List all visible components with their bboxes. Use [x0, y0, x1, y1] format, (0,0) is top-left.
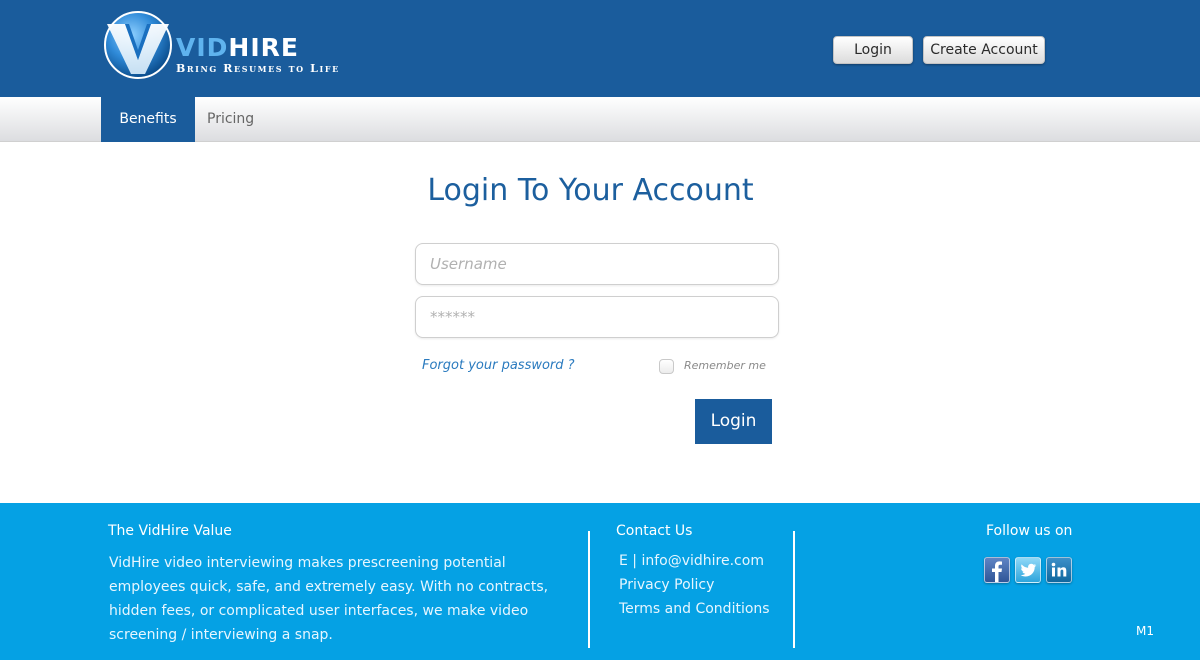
- facebook-icon[interactable]: [984, 557, 1010, 583]
- vidhire-logo-icon[interactable]: [103, 10, 175, 80]
- footer-divider: [793, 531, 795, 648]
- remember-me-label: Remember me: [684, 359, 766, 372]
- password-input[interactable]: [415, 296, 779, 338]
- main-nav: Benefits Pricing: [0, 97, 1200, 142]
- logo-word-hire: HIRE: [228, 33, 299, 62]
- username-input[interactable]: [415, 243, 779, 285]
- site-header: VIDHIRE Bring Resumes to Life Login Crea…: [0, 0, 1200, 97]
- logo-tagline: Bring Resumes to Life: [176, 62, 340, 75]
- logo-wordmark: VIDHIRE: [176, 34, 299, 62]
- site-footer: The VidHire Value VidHire video intervie…: [0, 503, 1200, 660]
- page-code-label: M1: [1136, 624, 1154, 638]
- footer-value-text: VidHire video interviewing makes prescre…: [109, 555, 549, 643]
- footer-privacy-link[interactable]: Privacy Policy: [619, 577, 714, 593]
- footer-follow-heading: Follow us on: [986, 523, 1073, 539]
- login-submit-button[interactable]: Login: [695, 399, 772, 444]
- remember-me-checkbox[interactable]: [659, 359, 674, 374]
- create-account-button[interactable]: Create Account: [923, 36, 1045, 64]
- forgot-password-link[interactable]: Forgot your password ?: [422, 358, 575, 373]
- logo-word-vid: VID: [176, 33, 229, 62]
- footer-value-heading: The VidHire Value: [108, 523, 232, 539]
- linkedin-icon[interactable]: [1046, 557, 1072, 583]
- page-title: Login To Your Account: [427, 173, 754, 208]
- footer-contact-heading: Contact Us: [616, 523, 693, 539]
- header-login-button[interactable]: Login: [833, 36, 913, 64]
- footer-terms-link[interactable]: Terms and Conditions: [619, 601, 770, 617]
- nav-tab-benefits[interactable]: Benefits: [101, 97, 195, 142]
- nav-tab-pricing[interactable]: Pricing: [207, 97, 254, 142]
- footer-email-link[interactable]: E | info@vidhire.com: [619, 553, 764, 569]
- footer-divider: [588, 531, 590, 648]
- twitter-icon[interactable]: [1015, 557, 1041, 583]
